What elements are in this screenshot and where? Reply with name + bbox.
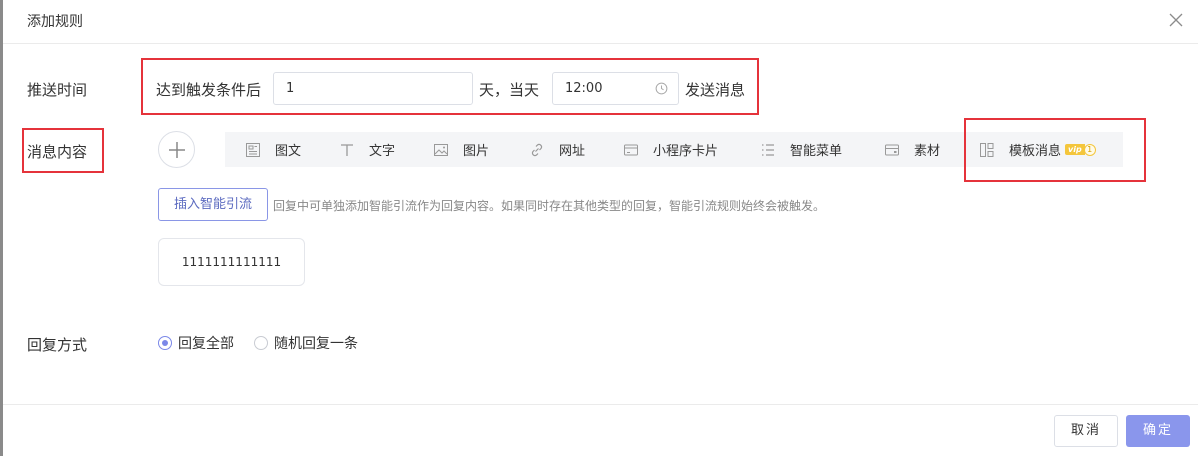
tool-link[interactable]: 网址 <box>529 132 585 167</box>
radio-button-checked[interactable] <box>158 336 172 350</box>
article-icon <box>246 142 260 157</box>
tool-miniprogram-card-label: 小程序卡片 <box>653 144 719 159</box>
plus-icon <box>169 142 185 158</box>
dialog-header: 添加规则 <box>3 0 1198 44</box>
cancel-button[interactable]: 取消 <box>1054 415 1118 447</box>
tool-article-label: 图文 <box>275 144 302 159</box>
radio-reply-all[interactable]: 回复全部 <box>158 335 234 352</box>
tool-smart-menu-label: 智能菜单 <box>790 144 843 159</box>
add-content-button[interactable] <box>158 131 195 168</box>
push-time-suffix: 发送消息 <box>685 81 746 99</box>
highlight-box-template-message <box>964 118 1146 182</box>
message-card[interactable]: 1111111111111 <box>158 238 305 286</box>
material-icon <box>885 144 899 155</box>
add-rule-dialog: 添加规则 推送时间 达到触发条件后 1 天，当天 12:00 发送消息 消息内容… <box>0 0 1198 456</box>
time-picker[interactable]: 12:00 <box>552 72 679 105</box>
push-time-prefix: 达到触发条件后 <box>156 81 262 99</box>
text-icon <box>341 143 353 156</box>
link-icon <box>531 143 543 156</box>
tool-text-label: 文字 <box>369 144 396 159</box>
tool-image[interactable]: 图片 <box>433 132 489 167</box>
miniprogram-card-icon <box>624 144 638 155</box>
tool-image-label: 图片 <box>463 144 490 159</box>
radio-reply-random[interactable]: 随机回复一条 <box>254 335 358 352</box>
reply-mode-label: 回复方式 <box>27 336 88 354</box>
tool-smart-menu[interactable]: 智能菜单 <box>760 132 842 167</box>
radio-reply-random-label: 随机回复一条 <box>274 336 358 352</box>
radio-reply-all-label: 回复全部 <box>178 336 234 352</box>
tool-article[interactable]: 图文 <box>245 132 301 167</box>
insert-hint-text: 回复中可单独添加智能引流作为回复内容。如果同时存在其他类型的回复，智能引流规则始… <box>273 199 826 213</box>
day-unit-text: 天，当天 <box>479 81 540 99</box>
push-time-label: 推送时间 <box>27 81 88 99</box>
insert-smart-traffic-button[interactable]: 插入智能引流 <box>158 188 268 221</box>
tool-link-label: 网址 <box>559 144 586 159</box>
tool-miniprogram-card[interactable]: 小程序卡片 <box>623 132 718 167</box>
tool-text[interactable]: 文字 <box>339 132 395 167</box>
days-input[interactable]: 1 <box>273 72 473 105</box>
dialog-title: 添加规则 <box>27 14 83 30</box>
tool-material[interactable]: 素材 <box>884 132 940 167</box>
footer-divider <box>3 404 1198 405</box>
image-icon <box>434 143 448 156</box>
close-icon[interactable] <box>1168 12 1184 28</box>
time-value: 12:00 <box>565 81 603 96</box>
confirm-button[interactable]: 确定 <box>1126 415 1190 447</box>
radio-button-unchecked[interactable] <box>254 336 268 350</box>
highlight-box-message-label <box>22 128 104 173</box>
menu-list-icon <box>762 143 774 156</box>
tool-material-label: 素材 <box>914 144 941 159</box>
clock-icon <box>655 82 668 95</box>
